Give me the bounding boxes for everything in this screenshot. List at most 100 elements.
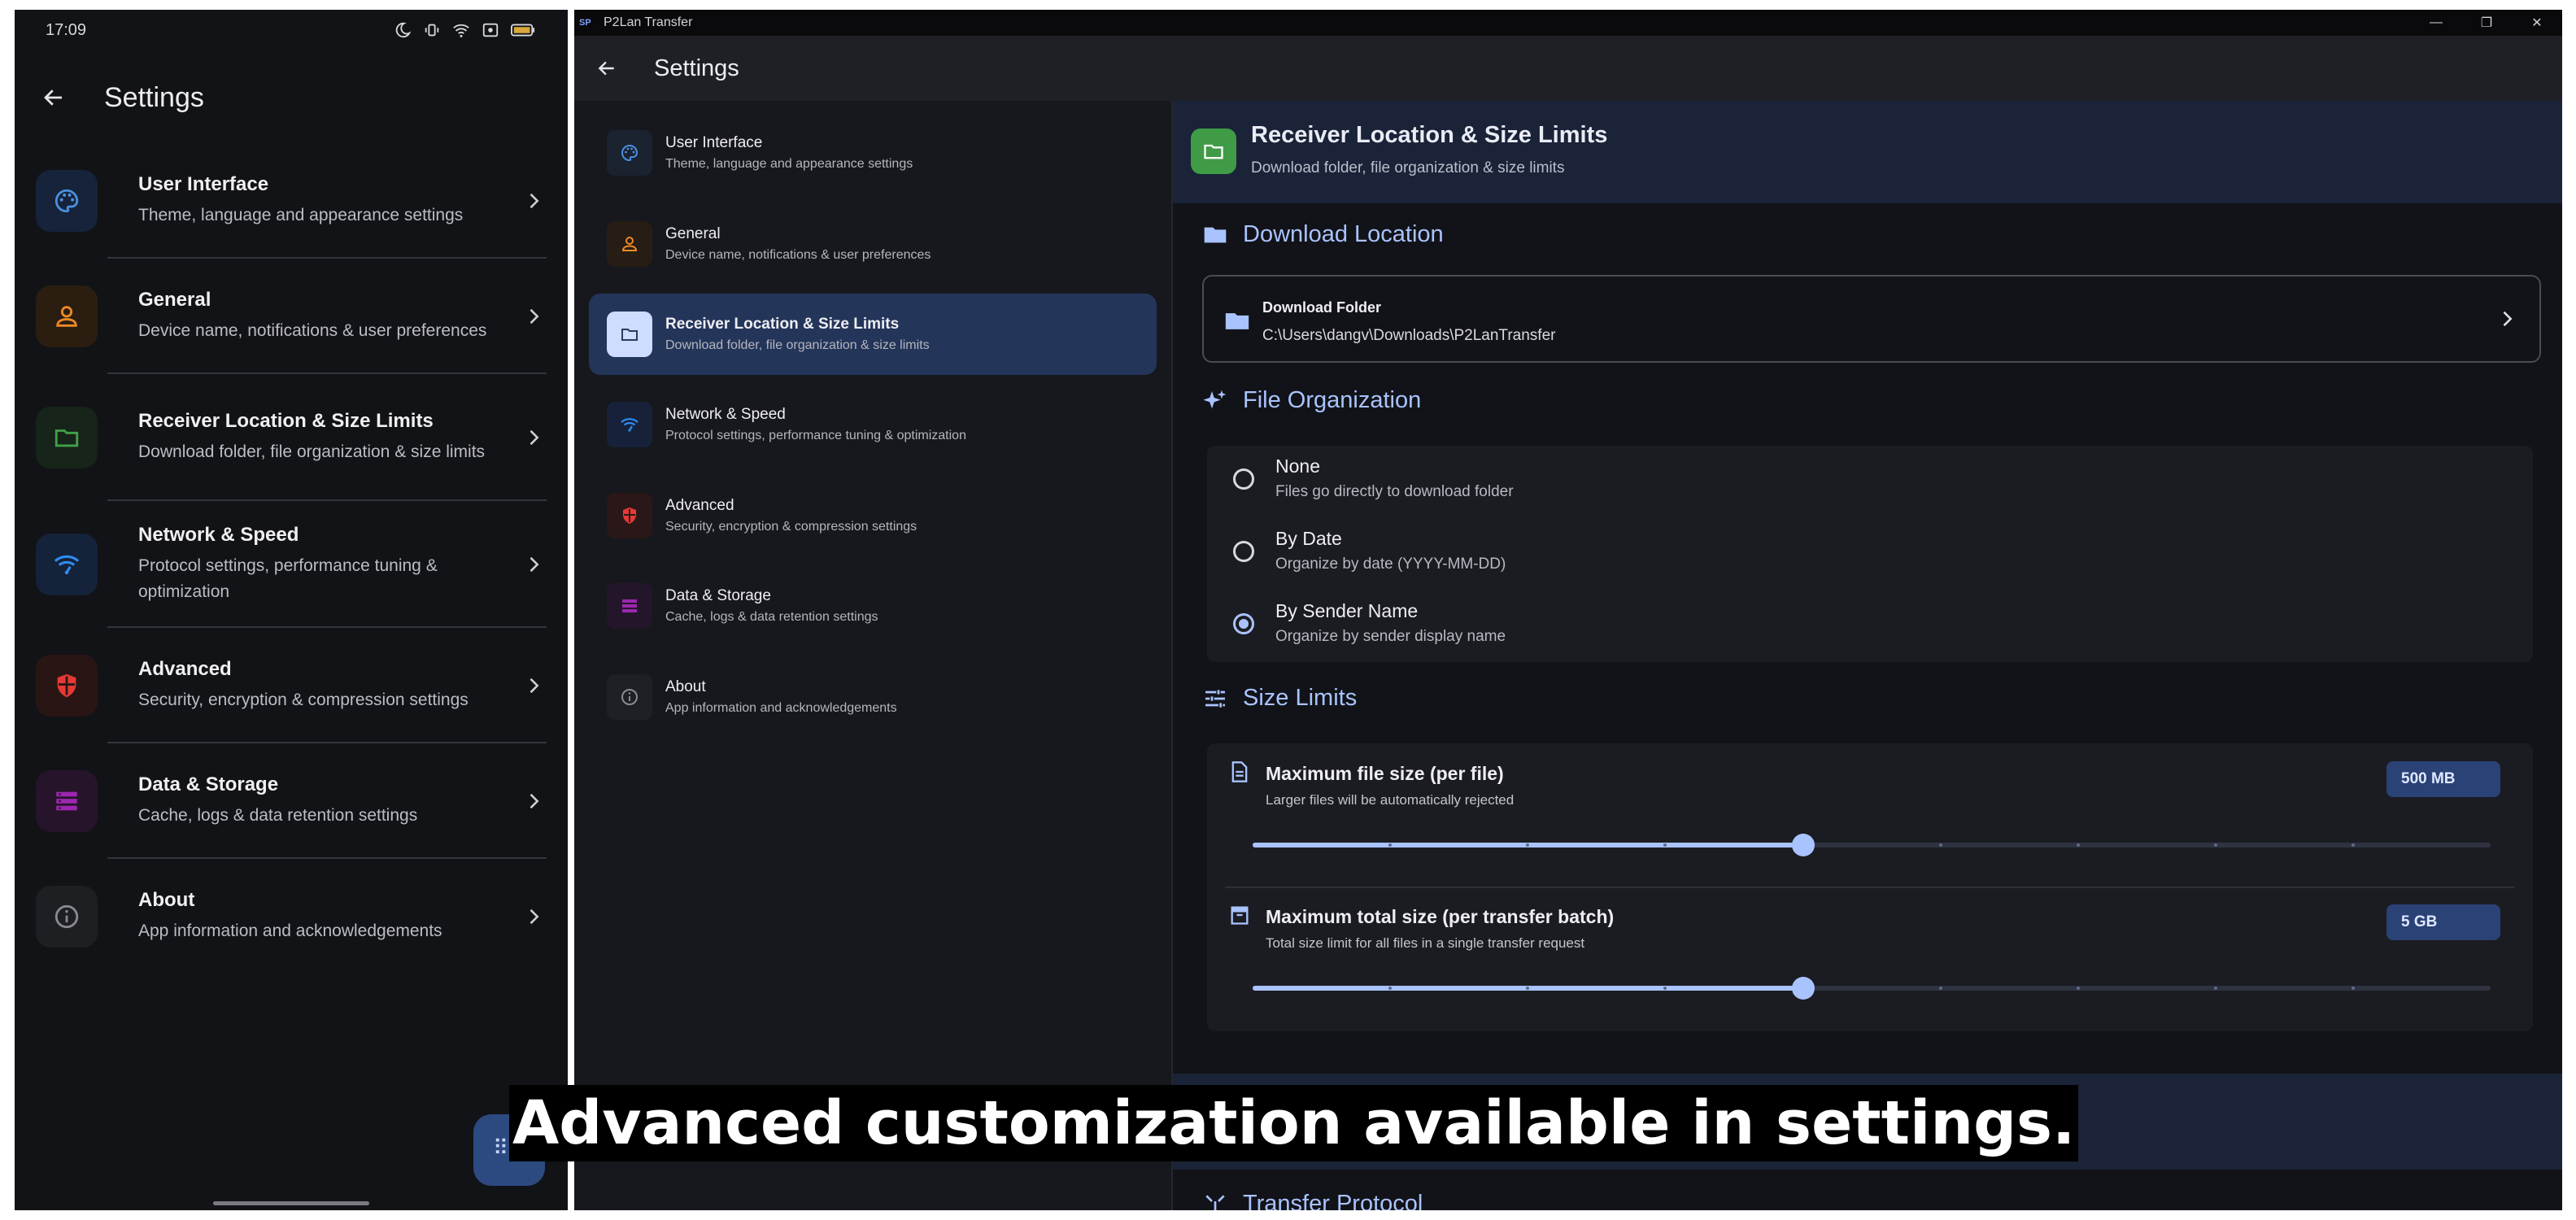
chevron-right-icon xyxy=(530,793,539,809)
radio-button[interactable] xyxy=(1233,541,1254,562)
sidebar-item-label: User Interface xyxy=(665,134,763,151)
sparkle-icon xyxy=(1203,390,1227,408)
sidebar-item-receiver-location[interactable]: Receiver Location & Size Limits Download… xyxy=(589,294,1157,375)
back-button[interactable] xyxy=(592,54,621,83)
section-icon-container xyxy=(1191,129,1236,174)
item-title: About xyxy=(138,889,195,911)
heading-text: Download Location xyxy=(1243,221,1444,247)
sidebar-item-label: About xyxy=(665,678,706,695)
chevron-right-icon xyxy=(530,678,539,694)
radio-button[interactable] xyxy=(1233,468,1254,490)
sidebar-item-description: Device name, notifications & user prefer… xyxy=(665,248,931,262)
settings-item-about[interactable]: About App information and acknowledgemen… xyxy=(15,859,568,974)
wifi-status-icon xyxy=(453,24,469,37)
file-organization-heading: File Organization xyxy=(1202,387,1421,414)
palette-icon xyxy=(54,189,79,213)
settings-item-receiver-location[interactable]: Receiver Location & Size Limits Download… xyxy=(15,374,568,501)
heading-text: File Organization xyxy=(1243,387,1422,413)
slider-tick xyxy=(1938,843,1942,847)
sidebar-item-label: Advanced xyxy=(665,497,734,514)
icon-container xyxy=(36,170,98,232)
arrow-back-icon xyxy=(598,61,614,76)
settings-item-advanced[interactable]: Advanced Security, encryption & compress… xyxy=(15,628,568,743)
slider-thumb[interactable] xyxy=(1792,834,1815,856)
icon-container xyxy=(607,402,652,447)
settings-item-data-storage[interactable]: Data & Storage Cache, logs & data retent… xyxy=(15,743,568,859)
sidebar-item-about[interactable]: About App information and acknowledgemen… xyxy=(589,656,1157,738)
max-file-size-slider[interactable] xyxy=(1253,834,2491,856)
icon-container xyxy=(36,534,98,595)
back-button[interactable] xyxy=(36,80,72,115)
sidebar-item-data-storage[interactable]: Data & Storage Cache, logs & data retent… xyxy=(589,565,1157,647)
shield-icon xyxy=(623,508,636,524)
radio-option-by-date[interactable]: By Date Organize by date (YYYY-MM-DD) xyxy=(1207,518,2533,590)
download-location-heading: Download Location xyxy=(1202,221,1444,248)
settings-item-user-interface[interactable]: User Interface Theme, language and appea… xyxy=(15,143,568,259)
item-title: Advanced xyxy=(138,658,232,680)
page-title: Settings xyxy=(654,54,739,81)
minimize-button[interactable]: — xyxy=(2411,10,2461,36)
radio-option-by-sender[interactable]: By Sender Name Organize by sender displa… xyxy=(1207,590,2533,662)
phone-screen: 17:09 Settings User Interface Theme, lan… xyxy=(15,10,568,1210)
maximize-button[interactable]: ❐ xyxy=(2461,10,2512,36)
settings-item-network-speed[interactable]: Network & Speed Protocol settings, perfo… xyxy=(15,501,568,628)
screen-root: 17:09 Settings User Interface Theme, lan… xyxy=(0,0,2576,1220)
icon-container xyxy=(36,770,98,832)
icon-container xyxy=(36,886,98,948)
storage-icon xyxy=(622,599,637,612)
item-description: Device name, notifications & user prefer… xyxy=(138,321,487,340)
slider-tick xyxy=(2076,987,2080,990)
status-time: 17:09 xyxy=(46,20,87,39)
size-limits-card: Maximum file size (per file) Larger file… xyxy=(1207,743,2533,1031)
page-title: Settings xyxy=(104,81,204,113)
close-button[interactable]: ✕ xyxy=(2512,10,2562,36)
chevron-right-icon xyxy=(530,556,539,573)
sidebar-item-network-speed[interactable]: Network & Speed Protocol settings, perfo… xyxy=(589,384,1157,465)
sidebar-item-description: Security, encryption & compression setti… xyxy=(665,520,918,534)
sidebar-item-advanced[interactable]: Advanced Security, encryption & compress… xyxy=(589,475,1157,556)
wifi-icon xyxy=(54,555,80,575)
icon-container xyxy=(36,655,98,717)
arrow-back-icon xyxy=(44,89,62,106)
sidebar-item-user-interface[interactable]: User Interface Theme, language and appea… xyxy=(589,112,1157,194)
section-header: Receiver Location & Size Limits Download… xyxy=(1173,101,2562,203)
download-folder-label: Download Folder xyxy=(1262,299,1381,316)
file-icon xyxy=(1231,761,1248,782)
slider-thumb[interactable] xyxy=(1792,977,1815,1000)
option-description: Organize by sender display name xyxy=(1275,628,1506,645)
restore-icon: ❐ xyxy=(2480,16,2493,30)
sidebar-item-general[interactable]: General Device name, notifications & use… xyxy=(589,203,1157,285)
option-label: By Sender Name xyxy=(1275,600,1419,621)
icon-container xyxy=(607,312,652,357)
heading-text: Transfer Protocol xyxy=(1243,1191,1423,1210)
item-title: Data & Storage xyxy=(138,773,279,795)
phone-settings-list: User Interface Theme, language and appea… xyxy=(15,143,568,974)
chevron-right-icon xyxy=(530,908,539,925)
status-bar: 17:09 xyxy=(15,10,568,50)
gesture-home-bar[interactable] xyxy=(213,1201,369,1205)
file-organization-options: None Files go directly to download folde… xyxy=(1207,446,2533,662)
archive-icon xyxy=(1231,906,1249,925)
video-caption: Advanced customization available in sett… xyxy=(509,1085,2079,1161)
protocol-icon xyxy=(1205,1194,1225,1210)
item-title: Receiver Location & Size Limits xyxy=(138,410,434,432)
max-total-size-slider[interactable] xyxy=(1253,977,2491,1000)
settings-item-general[interactable]: General Device name, notifications & use… xyxy=(15,259,568,374)
chevron-right-icon xyxy=(530,308,539,325)
slider-tick xyxy=(2351,843,2355,847)
limit-value-badge: 500 MB xyxy=(2386,761,2500,797)
radio-button-selected[interactable] xyxy=(1233,613,1254,634)
max-file-size-setting: Maximum file size (per file) Larger file… xyxy=(1207,743,2533,882)
battery-icon xyxy=(511,24,535,37)
option-description: Organize by date (YYYY-MM-DD) xyxy=(1275,556,1506,573)
desktop-window: SP P2Lan Transfer — ❐ ✕ Settings User In… xyxy=(574,10,2562,1210)
item-title: User Interface xyxy=(138,173,269,195)
storage-icon xyxy=(56,791,77,811)
radio-option-none[interactable]: None Files go directly to download folde… xyxy=(1207,446,2533,517)
settings-content: Receiver Location & Size Limits Download… xyxy=(1173,101,2562,1210)
download-folder-picker[interactable]: Download Folder C:\Users\dangv\Downloads… xyxy=(1202,275,2541,363)
sidebar-item-description: Download folder, file organization & siz… xyxy=(665,338,930,352)
person-icon xyxy=(621,237,638,251)
folder-icon xyxy=(621,329,638,341)
sidebar-item-label: General xyxy=(665,225,721,242)
